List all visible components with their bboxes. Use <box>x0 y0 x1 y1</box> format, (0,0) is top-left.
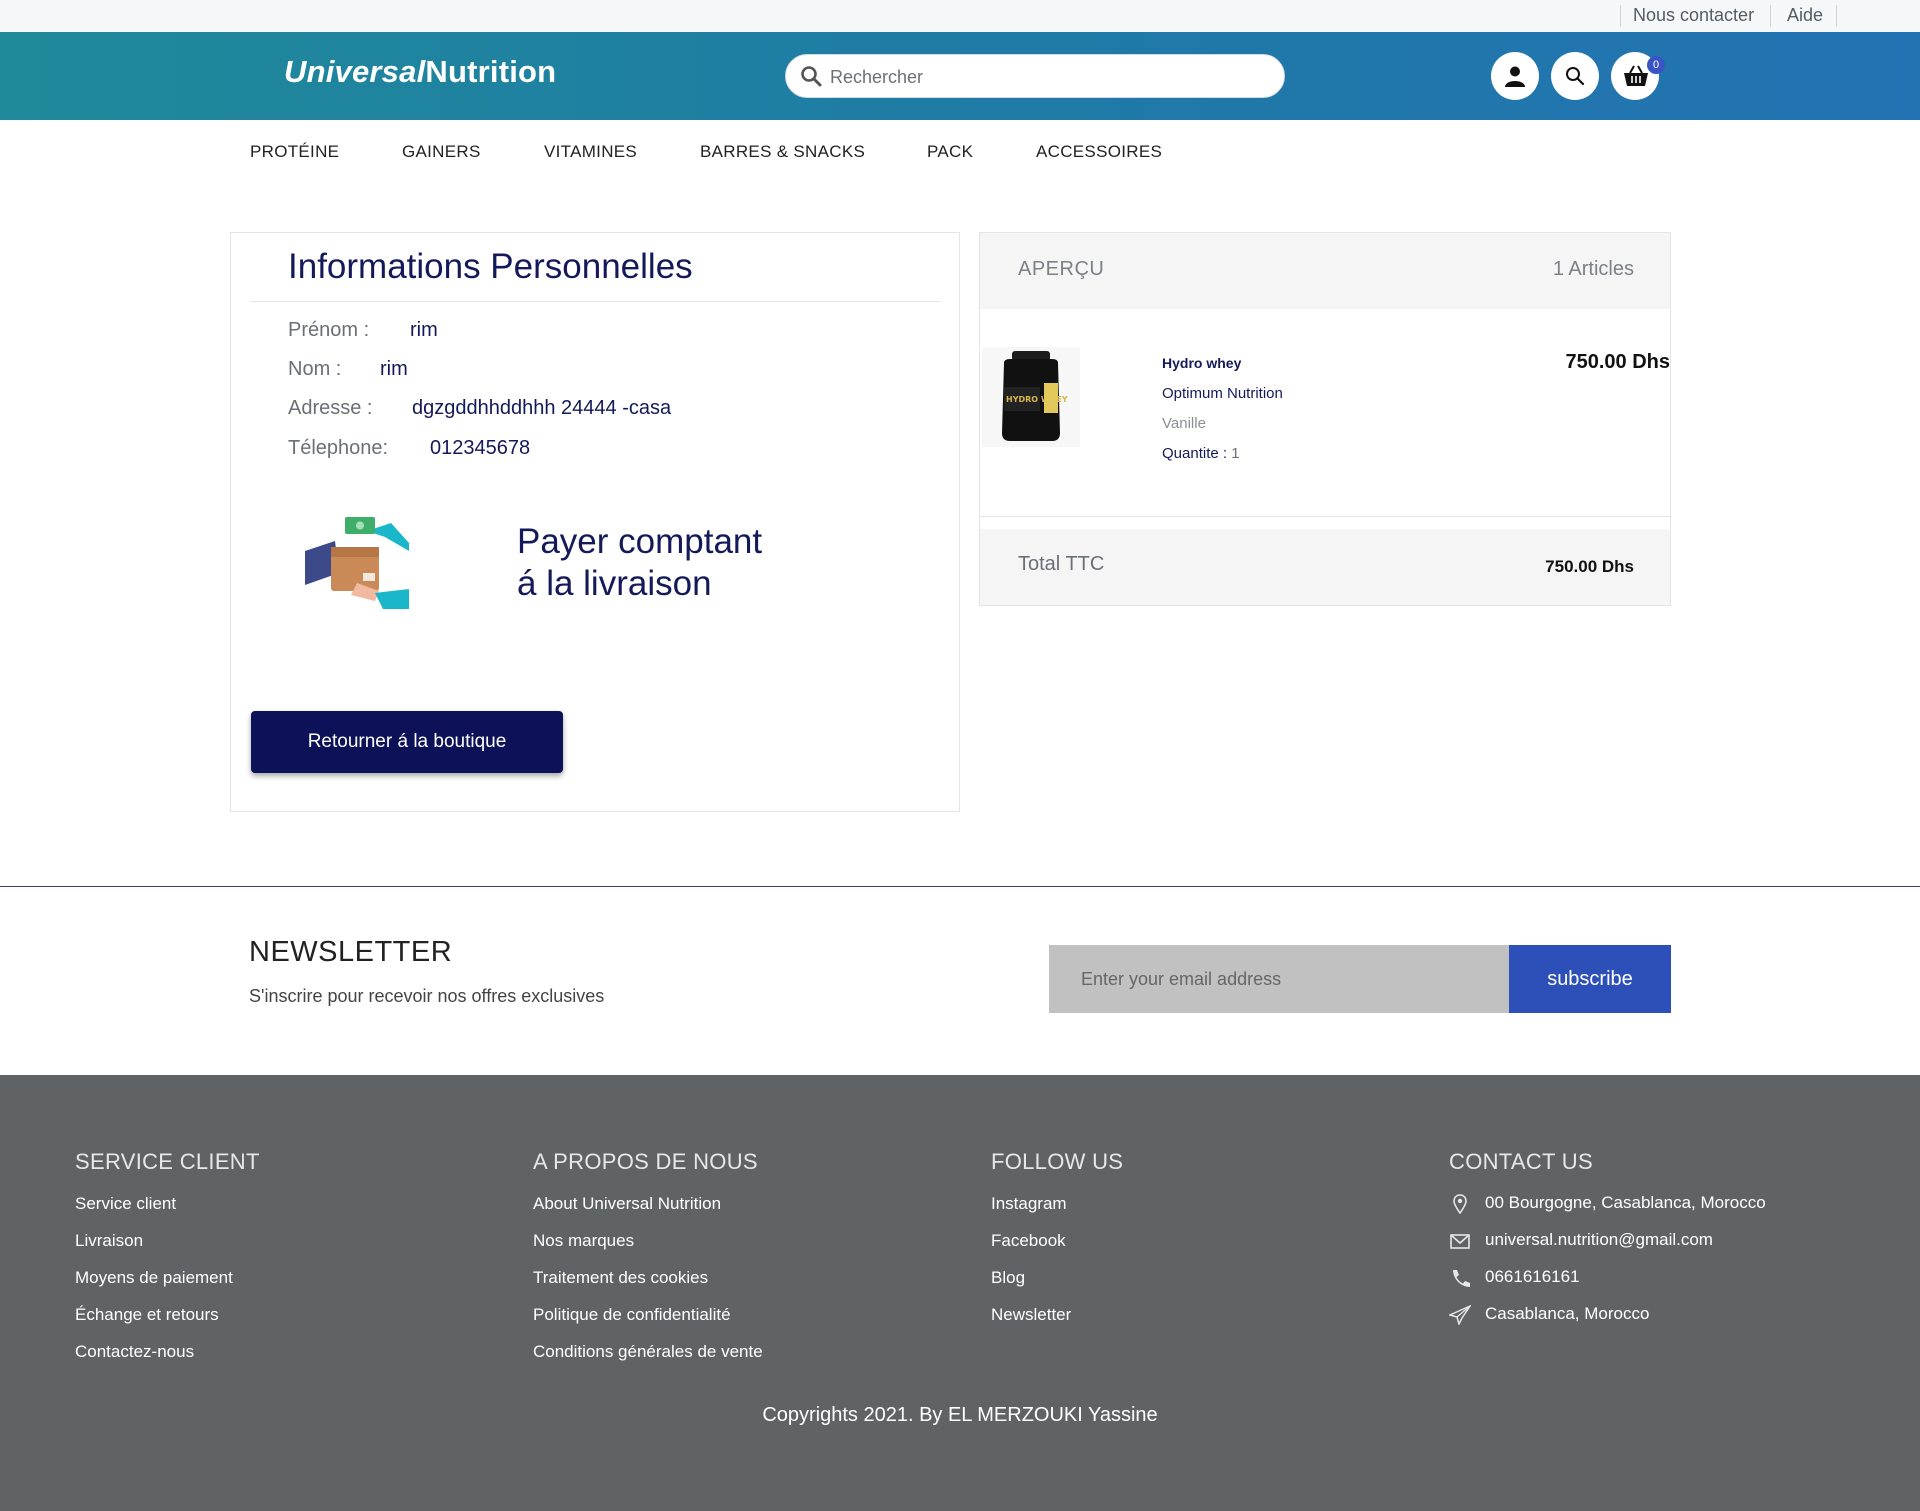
contact-city-row: Casablanca, Morocco <box>1447 1304 1649 1341</box>
footer-heading: FOLLOW US <box>991 1149 1124 1174</box>
footer-link-facebook[interactable]: Facebook <box>991 1230 1123 1267</box>
footer-col-contact: CONTACT US 00 Bourgogne, Casablanca, Mor… <box>1447 1149 1766 1341</box>
main-nav: PROTÉINE GAINERS VITAMINES BARRES & SNAC… <box>0 120 1920 186</box>
user-icon <box>1505 66 1525 87</box>
overview-header: APERÇU 1 Articles <box>980 233 1670 309</box>
footer-link-newsletter[interactable]: Newsletter <box>991 1304 1123 1341</box>
personal-info-card: Informations Personnelles Prénom : rim N… <box>230 232 960 812</box>
footer-link-blog[interactable]: Blog <box>991 1267 1123 1304</box>
newsletter-email-input[interactable] <box>1049 945 1509 1013</box>
quantity-value: 1 <box>1231 445 1240 462</box>
address-label: Adresse : <box>288 397 373 419</box>
newsletter-title: NEWSLETTER <box>249 936 453 968</box>
search-icon[interactable] <box>800 65 822 87</box>
logo-text: Nutrition <box>425 54 557 89</box>
footer-col-service: SERVICE CLIENT Service client Livraison … <box>75 1149 260 1378</box>
search-button[interactable] <box>1551 52 1599 100</box>
search-icon <box>1566 67 1585 86</box>
firstname-value: rim <box>410 319 438 341</box>
total-value: 750.00 Dhs <box>1545 557 1634 576</box>
site-header: UniversalNutrition <box>0 32 1920 120</box>
divider <box>250 301 941 302</box>
footer-heading: CONTACT US <box>1449 1149 1593 1174</box>
separator <box>1620 5 1621 27</box>
contact-phone[interactable]: 0661616161 <box>1485 1267 1580 1287</box>
firstname-label: Prénom : <box>288 319 370 341</box>
phone-label: Télephone: <box>288 437 389 459</box>
footer-col-about: A PROPOS DE NOUS About Universal Nutriti… <box>533 1149 763 1378</box>
newsletter-subtitle: S'inscrire pour recevoir nos offres excl… <box>249 986 605 1006</box>
address-value: dgzgddhhddhhh 24444 -casa <box>412 397 672 419</box>
total-label: Total TTC <box>1018 553 1105 575</box>
footer-col-follow: FOLLOW US Instagram Facebook Blog Newsle… <box>991 1149 1123 1341</box>
contact-address: 00 Bourgogne, Casablanca, Morocco <box>1485 1193 1766 1212</box>
help-link[interactable]: Aide <box>1787 5 1823 26</box>
contact-email[interactable]: universal.nutrition@gmail.com <box>1485 1230 1713 1250</box>
footer-link[interactable]: Politique de confidentialité <box>533 1304 763 1341</box>
total-row: Total TTC 750.00 Dhs <box>980 529 1670 605</box>
subscribe-button[interactable]: subscribe <box>1509 945 1671 1013</box>
copyright-text: Copyrights 2021. By EL MERZOUKI Yassine <box>762 1404 1158 1426</box>
account-button[interactable] <box>1491 52 1539 100</box>
phone-icon <box>1449 1268 1471 1288</box>
divider <box>980 516 1670 517</box>
footer-heading: SERVICE CLIENT <box>75 1149 260 1174</box>
footer-link[interactable]: About Universal Nutrition <box>533 1193 763 1230</box>
nav-item-barres-snacks[interactable]: BARRES & SNACKS <box>700 142 865 162</box>
top-utility-bar: Nous contacter Aide <box>0 0 1920 32</box>
nav-item-gainers[interactable]: GAINERS <box>402 142 481 162</box>
overview-title: APERÇU <box>1018 258 1105 280</box>
separator <box>1770 5 1771 27</box>
footer-link[interactable]: Nos marques <box>533 1230 763 1267</box>
separator <box>1836 5 1837 27</box>
contact-phone-row: 0661616161 <box>1449 1267 1593 1304</box>
product-image[interactable]: HYDRO WHEY <box>982 347 1080 447</box>
article-count: 1 Articles <box>1552 258 1634 280</box>
section-divider <box>0 886 1920 887</box>
nav-item-pack[interactable]: PACK <box>927 142 973 162</box>
paper-plane-icon <box>1447 1304 1473 1327</box>
nav-item-accessoires[interactable]: ACCESSOIRES <box>1036 142 1162 162</box>
footer-link[interactable]: Service client <box>75 1193 260 1230</box>
quantity-label: Quantite : <box>1162 445 1228 462</box>
envelope-icon <box>1449 1231 1471 1251</box>
product-price: 750.00 Dhs <box>1565 351 1670 373</box>
logo-italic-text: Universal <box>284 54 426 89</box>
product-quantity: Quantite : 1 <box>1162 445 1240 462</box>
lastname-value: rim <box>380 358 408 380</box>
cash-on-delivery-illustration <box>305 513 411 613</box>
personal-info-title: Informations Personnelles <box>288 247 693 286</box>
phone-value: 012345678 <box>430 437 531 459</box>
nav-item-proteine[interactable]: PROTÉINE <box>250 142 339 162</box>
nav-item-vitamines[interactable]: VITAMINES <box>544 142 637 162</box>
product-brand: Optimum Nutrition <box>1162 385 1283 402</box>
cart-count-badge: 0 <box>1647 56 1665 74</box>
product-flavor: Vanille <box>1162 415 1206 432</box>
contact-address-row: 00 Bourgogne, Casablanca, Morocco <box>1449 1193 1766 1230</box>
search-bar <box>785 54 1285 98</box>
payment-method-text: Payer comptant á la livraison <box>517 522 763 603</box>
lastname-label: Nom : <box>288 358 342 380</box>
product-image-label: HYDRO WHEY <box>1006 395 1068 404</box>
footer-link[interactable]: Moyens de paiement <box>75 1267 260 1304</box>
footer-link[interactable]: Livraison <box>75 1230 260 1267</box>
footer-link[interactable]: Traitement des cookies <box>533 1267 763 1304</box>
contact-city: Casablanca, Morocco <box>1485 1304 1650 1323</box>
footer-link[interactable]: Contactez-nous <box>75 1341 260 1378</box>
contact-link[interactable]: Nous contacter <box>1633 5 1754 26</box>
back-to-shop-button[interactable]: Retourner á la boutique <box>251 711 563 773</box>
footer-link[interactable]: Conditions générales de vente <box>533 1341 763 1378</box>
site-logo[interactable]: UniversalNutrition <box>284 54 556 90</box>
site-footer: SERVICE CLIENT Service client Livraison … <box>0 1075 1920 1511</box>
contact-email-row: universal.nutrition@gmail.com <box>1449 1230 1713 1267</box>
basket-icon <box>1624 65 1648 86</box>
footer-link[interactable]: Échange et retours <box>75 1304 260 1341</box>
product-name[interactable]: Hydro whey <box>1162 355 1241 371</box>
order-overview-card: APERÇU 1 Articles HYDRO WHEY Hydro whey … <box>979 232 1671 606</box>
search-input[interactable] <box>830 62 1270 92</box>
map-pin-icon <box>1449 1194 1471 1215</box>
footer-link-instagram[interactable]: Instagram <box>991 1193 1123 1230</box>
footer-heading: A PROPOS DE NOUS <box>533 1149 758 1174</box>
